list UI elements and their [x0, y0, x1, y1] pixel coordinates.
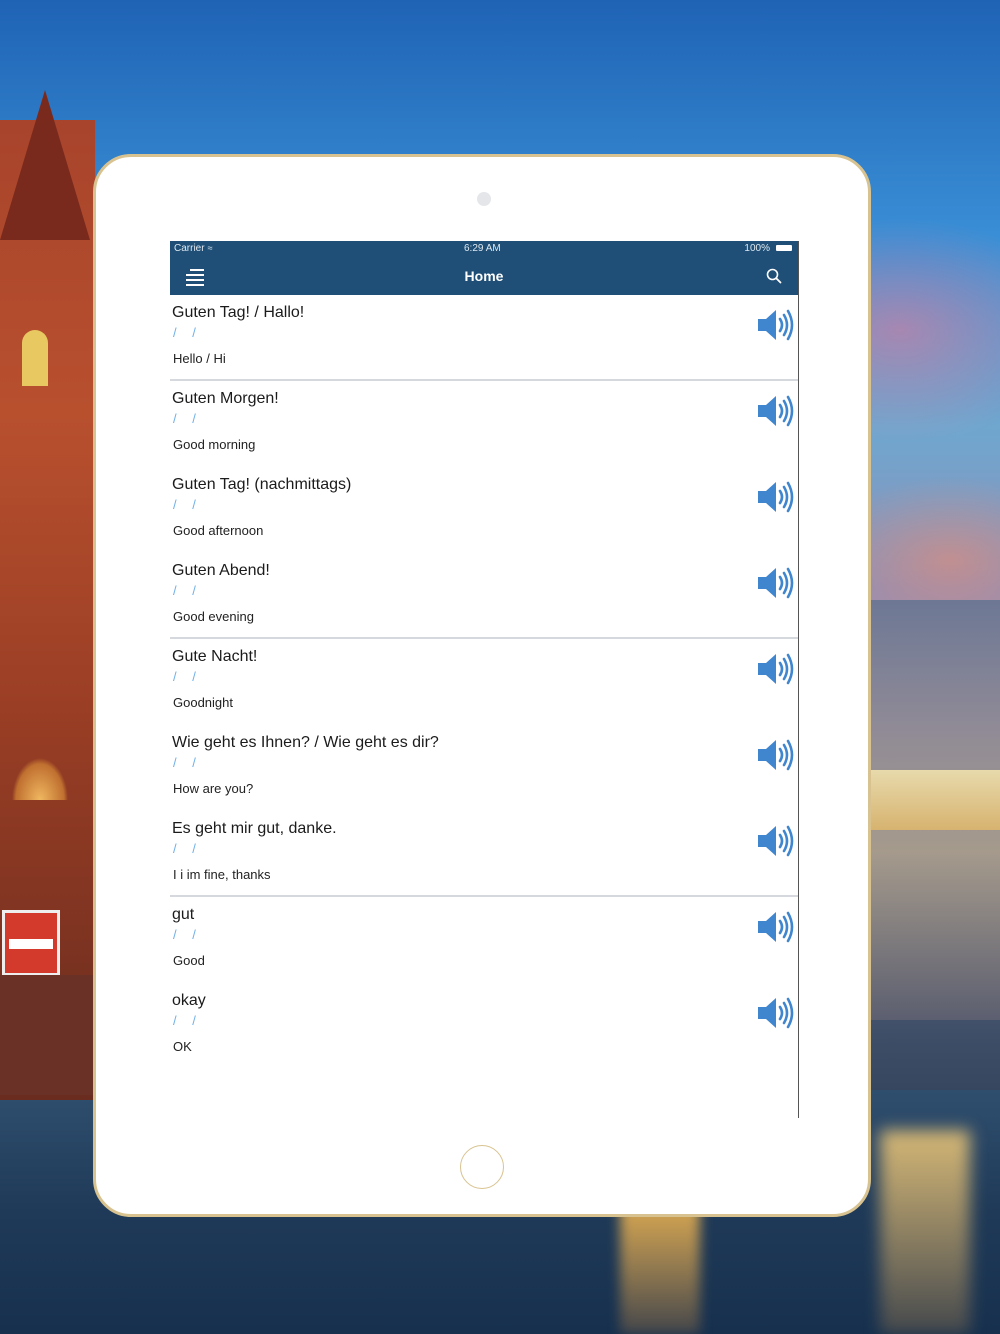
- phrase-english: OK: [173, 1039, 192, 1054]
- phrase-row[interactable]: Gute Nacht! / / Goodnight: [170, 639, 798, 725]
- nav-bar: Home: [170, 257, 798, 295]
- home-button[interactable]: [460, 1145, 504, 1189]
- phrase-german: Wie geht es Ihnen? / Wie geht es dir?: [172, 734, 439, 751]
- phrase-list: Guten Tag! / Hallo! / / Hello / Hi Guten Mo…: [170, 295, 798, 1069]
- battery-icon: [776, 245, 792, 251]
- phrase-row[interactable]: gut / / Good: [170, 897, 798, 983]
- background-tower-arch: [0, 680, 95, 800]
- phrase-pronunciation: / /: [173, 583, 202, 598]
- phrase-row[interactable]: Wie geht es Ihnen? / Wie geht es dir? / /…: [170, 725, 798, 811]
- speaker-icon[interactable]: [755, 737, 795, 773]
- speaker-icon[interactable]: [755, 823, 795, 859]
- phrase-german: Es geht mir gut, danke.: [172, 820, 337, 837]
- phrase-pronunciation: / /: [173, 497, 202, 512]
- no-entry-sign: [2, 910, 60, 976]
- phrase-pronunciation: / /: [173, 841, 202, 856]
- phrase-english: Good: [173, 953, 205, 968]
- speaker-icon[interactable]: [755, 479, 795, 515]
- phrase-pronunciation: / /: [173, 669, 202, 684]
- page-title: Home: [464, 268, 504, 284]
- background-tower-window: [22, 330, 48, 386]
- phrase-english: Good evening: [173, 609, 254, 624]
- background-bridge: [870, 770, 1000, 830]
- phrase-row[interactable]: Guten Abend! / / Good evening: [170, 553, 798, 639]
- speaker-icon[interactable]: [755, 995, 795, 1031]
- status-bar: Carrier ≈ 6:29 AM 100%: [170, 241, 798, 257]
- app-screen: Carrier ≈ 6:29 AM 100% Home Guten Tag! / …: [170, 241, 799, 1118]
- phrase-pronunciation: / /: [173, 325, 202, 340]
- speaker-icon[interactable]: [755, 909, 795, 945]
- speaker-icon[interactable]: [755, 393, 795, 429]
- phrase-german: gut: [172, 906, 195, 923]
- wifi-icon: ≈: [207, 243, 213, 253]
- phrase-german: Gute Nacht!: [172, 648, 258, 665]
- speaker-icon[interactable]: [755, 307, 795, 343]
- phrase-english: Good morning: [173, 437, 256, 452]
- carrier-label: Carrier ≈: [174, 243, 213, 254]
- phrase-english: Hello / Hi: [173, 351, 226, 366]
- phrase-row[interactable]: Guten Tag! (nachmittags) / / Good afternoo…: [170, 467, 798, 553]
- speaker-icon[interactable]: [755, 651, 795, 687]
- search-icon[interactable]: [766, 268, 782, 284]
- phrase-german: Guten Morgen!: [172, 390, 279, 407]
- phrase-pronunciation: / /: [173, 1013, 202, 1028]
- phrase-english: How are you?: [173, 781, 254, 796]
- phrase-german: Guten Tag! / Hallo!: [172, 304, 305, 321]
- phrase-german: Guten Tag! (nachmittags): [172, 476, 352, 493]
- phrase-row[interactable]: Es geht mir gut, danke. / / I i im fine, t…: [170, 811, 798, 897]
- phrase-english: Goodnight: [173, 695, 233, 710]
- background-tower-roof: [0, 90, 90, 240]
- phrase-row[interactable]: Guten Tag! / Hallo! / / Hello / Hi: [170, 295, 798, 381]
- camera-dot: [477, 192, 491, 206]
- phrase-row[interactable]: Guten Morgen! / / Good morning: [170, 381, 798, 467]
- background-wall: [0, 975, 95, 1095]
- phrase-german: Guten Abend!: [172, 562, 270, 579]
- phrase-pronunciation: / /: [173, 755, 202, 770]
- speaker-icon[interactable]: [755, 565, 795, 601]
- background-reflection: [880, 1130, 970, 1334]
- phrase-german: okay: [172, 992, 206, 1009]
- phrase-pronunciation: / /: [173, 411, 202, 426]
- clock: 6:29 AM: [464, 243, 501, 254]
- phrase-english: I i im fine, thanks: [173, 867, 271, 882]
- phrase-row[interactable]: okay / / OK: [170, 983, 798, 1069]
- phrase-pronunciation: / /: [173, 927, 202, 942]
- battery-percent: 100%: [744, 243, 770, 254]
- background-reflection: [620, 1200, 700, 1334]
- phrase-english: Good afternoon: [173, 523, 264, 538]
